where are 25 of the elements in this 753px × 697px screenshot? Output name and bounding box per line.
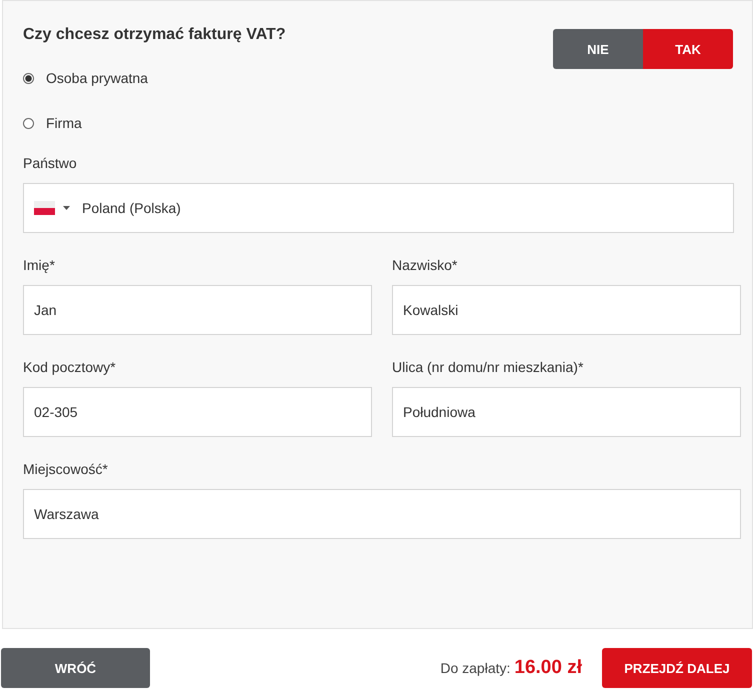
radio-label: Osoba prywatna [46,70,148,86]
input-field[interactable]: 02-305 [23,387,372,437]
toggle-button[interactable]: NIE [553,29,643,69]
next-button[interactable]: PRZEJDŹ DALEJ [602,648,752,688]
input-field[interactable]: Warszawa [23,489,741,539]
caret-icon [63,206,70,210]
toggle-button[interactable]: TAK [643,29,733,69]
flag-icon [34,201,55,215]
input-field[interactable]: Kowalski [392,285,741,335]
country-select[interactable]: Poland (Polska) [23,183,734,233]
total-amount: 16.00 zł [514,657,582,679]
radio-button[interactable] [23,72,34,84]
radio-button[interactable] [23,118,34,128]
input-field[interactable]: Południowa [392,387,741,437]
field-label: Nazwisko* [392,257,458,273]
radio-label: Firma [46,115,82,131]
question-text: Czy chcesz otrzymać fakturę VAT? [23,26,286,44]
back-button[interactable]: WRÓĆ [1,648,150,688]
total-label: Do zapłaty: [440,660,510,676]
field-label: Miejscowość* [23,461,109,477]
field-label: Ulica (nr domu/nr mieszkania)* [392,359,584,375]
field-label: Państwo [23,155,78,171]
field-label: Imię* [23,257,56,273]
field-label: Kod pocztowy* [23,359,117,375]
input-field[interactable]: Jan [23,285,372,335]
